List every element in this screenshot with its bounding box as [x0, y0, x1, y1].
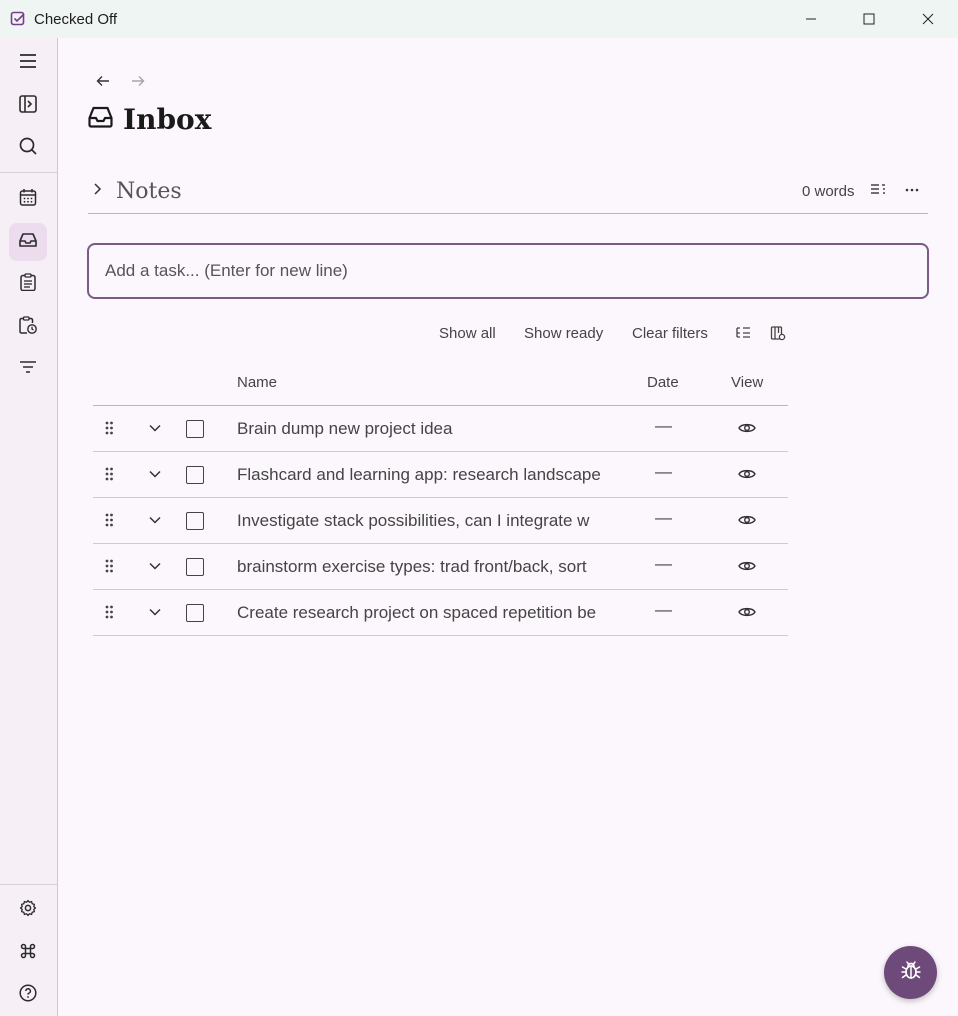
show-all-button[interactable]: Show all	[439, 325, 496, 342]
ellipsis-icon	[904, 184, 920, 201]
gear-icon	[19, 899, 37, 922]
search-icon	[19, 137, 37, 160]
notes-expand-button[interactable]	[90, 182, 104, 201]
chevron-down-icon[interactable]	[148, 605, 162, 624]
minimize-button[interactable]	[782, 0, 840, 38]
notes-more-button[interactable]	[904, 183, 920, 202]
help-button[interactable]	[9, 976, 47, 1014]
notes-outline-button[interactable]	[870, 183, 886, 202]
column-settings-button[interactable]	[770, 325, 788, 343]
task-name[interactable]: Brain dump new project idea	[237, 419, 612, 439]
table-row[interactable]: brainstorm exercise types: trad front/ba…	[93, 544, 788, 590]
task-checkbox[interactable]	[186, 420, 204, 438]
show-ready-button[interactable]: Show ready	[524, 325, 603, 342]
task-date[interactable]: —	[655, 554, 672, 574]
chevron-down-icon[interactable]	[148, 421, 162, 440]
table-row[interactable]: Flashcard and learning app: research lan…	[93, 452, 788, 498]
toggle-panel-button[interactable]	[9, 87, 47, 125]
list-view-button[interactable]	[735, 325, 753, 343]
filter-lines-icon	[19, 360, 37, 379]
table-row[interactable]: Investigate stack possibilities, can I i…	[93, 498, 788, 544]
sidebar-item-filters[interactable]	[9, 350, 47, 388]
arrow-left-icon	[96, 74, 110, 92]
drag-handle-icon[interactable]	[104, 558, 114, 579]
column-header-view: View	[731, 374, 764, 391]
shortcuts-button[interactable]	[9, 934, 47, 972]
command-key-icon	[19, 942, 37, 965]
clipboard-clock-icon	[19, 315, 37, 339]
list-outline-icon	[870, 184, 886, 201]
sidebar-divider	[0, 172, 57, 173]
notes-section: Notes 0 words	[88, 172, 928, 214]
task-checkbox[interactable]	[186, 558, 204, 576]
sidebar-panel-icon	[19, 94, 37, 118]
sidebar-item-inbox[interactable]	[9, 223, 47, 261]
window-title: Checked Off	[34, 11, 118, 28]
column-header-date[interactable]: Date	[647, 374, 679, 391]
drag-handle-icon[interactable]	[104, 466, 114, 487]
menu-button[interactable]	[9, 44, 47, 82]
task-checkbox[interactable]	[186, 466, 204, 484]
task-name[interactable]: Investigate stack possibilities, can I i…	[237, 511, 612, 531]
maximize-button[interactable]	[840, 0, 898, 38]
table-header: Name Date View	[93, 360, 788, 406]
clipboard-list-icon	[20, 272, 36, 296]
drag-handle-icon[interactable]	[104, 420, 114, 441]
chevron-right-icon	[90, 183, 104, 200]
search-button[interactable]	[9, 129, 47, 167]
chevron-down-icon[interactable]	[148, 513, 162, 532]
settings-button[interactable]	[9, 891, 47, 929]
task-date[interactable]: —	[655, 416, 672, 436]
eye-icon[interactable]	[738, 467, 756, 485]
back-button[interactable]	[94, 74, 112, 92]
page-header: Inbox	[88, 100, 211, 138]
eye-icon[interactable]	[738, 605, 756, 623]
sidebar	[0, 38, 58, 1016]
eye-icon[interactable]	[738, 513, 756, 531]
inbox-title-icon	[88, 106, 113, 133]
clear-filters-button[interactable]: Clear filters	[632, 325, 708, 342]
notes-title[interactable]: Notes	[116, 179, 182, 204]
column-header-name[interactable]: Name	[237, 374, 277, 391]
eye-icon[interactable]	[738, 421, 756, 439]
bug-report-button[interactable]	[884, 946, 937, 999]
task-name[interactable]: brainstorm exercise types: trad front/ba…	[237, 557, 612, 577]
columns-settings-icon	[770, 326, 786, 345]
forward-button[interactable]	[129, 74, 147, 92]
sidebar-item-tasks[interactable]	[9, 265, 47, 303]
add-task-input[interactable]	[87, 243, 929, 299]
sidebar-item-scheduled[interactable]	[9, 308, 47, 346]
task-checkbox[interactable]	[186, 604, 204, 622]
table-row[interactable]: Brain dump new project idea —	[93, 406, 788, 452]
drag-handle-icon[interactable]	[104, 604, 114, 625]
bug-icon	[900, 959, 922, 986]
task-date[interactable]: —	[655, 600, 672, 620]
page-title: Inbox	[123, 102, 212, 136]
task-date[interactable]: —	[655, 508, 672, 528]
sidebar-divider-bottom	[0, 884, 57, 885]
inbox-icon	[19, 232, 37, 253]
chevron-down-icon[interactable]	[148, 559, 162, 578]
calendar-icon	[19, 188, 37, 211]
help-circle-icon	[19, 983, 37, 1007]
eye-icon[interactable]	[738, 559, 756, 577]
chevron-down-icon[interactable]	[148, 467, 162, 486]
sidebar-item-calendar[interactable]	[9, 180, 47, 218]
arrow-right-icon	[131, 74, 145, 92]
hamburger-menu-icon	[19, 53, 37, 74]
close-window-button[interactable]	[899, 0, 957, 38]
task-checkbox[interactable]	[186, 512, 204, 530]
list-tree-icon	[735, 327, 751, 345]
title-bar: Checked Off	[0, 0, 958, 38]
word-count: 0 words	[802, 183, 855, 200]
drag-handle-icon[interactable]	[104, 512, 114, 533]
table-row[interactable]: Create research project on spaced repeti…	[93, 590, 788, 636]
task-date[interactable]: —	[655, 462, 672, 482]
task-name[interactable]: Flashcard and learning app: research lan…	[237, 465, 612, 485]
app-checkbox-icon	[10, 11, 26, 27]
task-name[interactable]: Create research project on spaced repeti…	[237, 603, 612, 623]
